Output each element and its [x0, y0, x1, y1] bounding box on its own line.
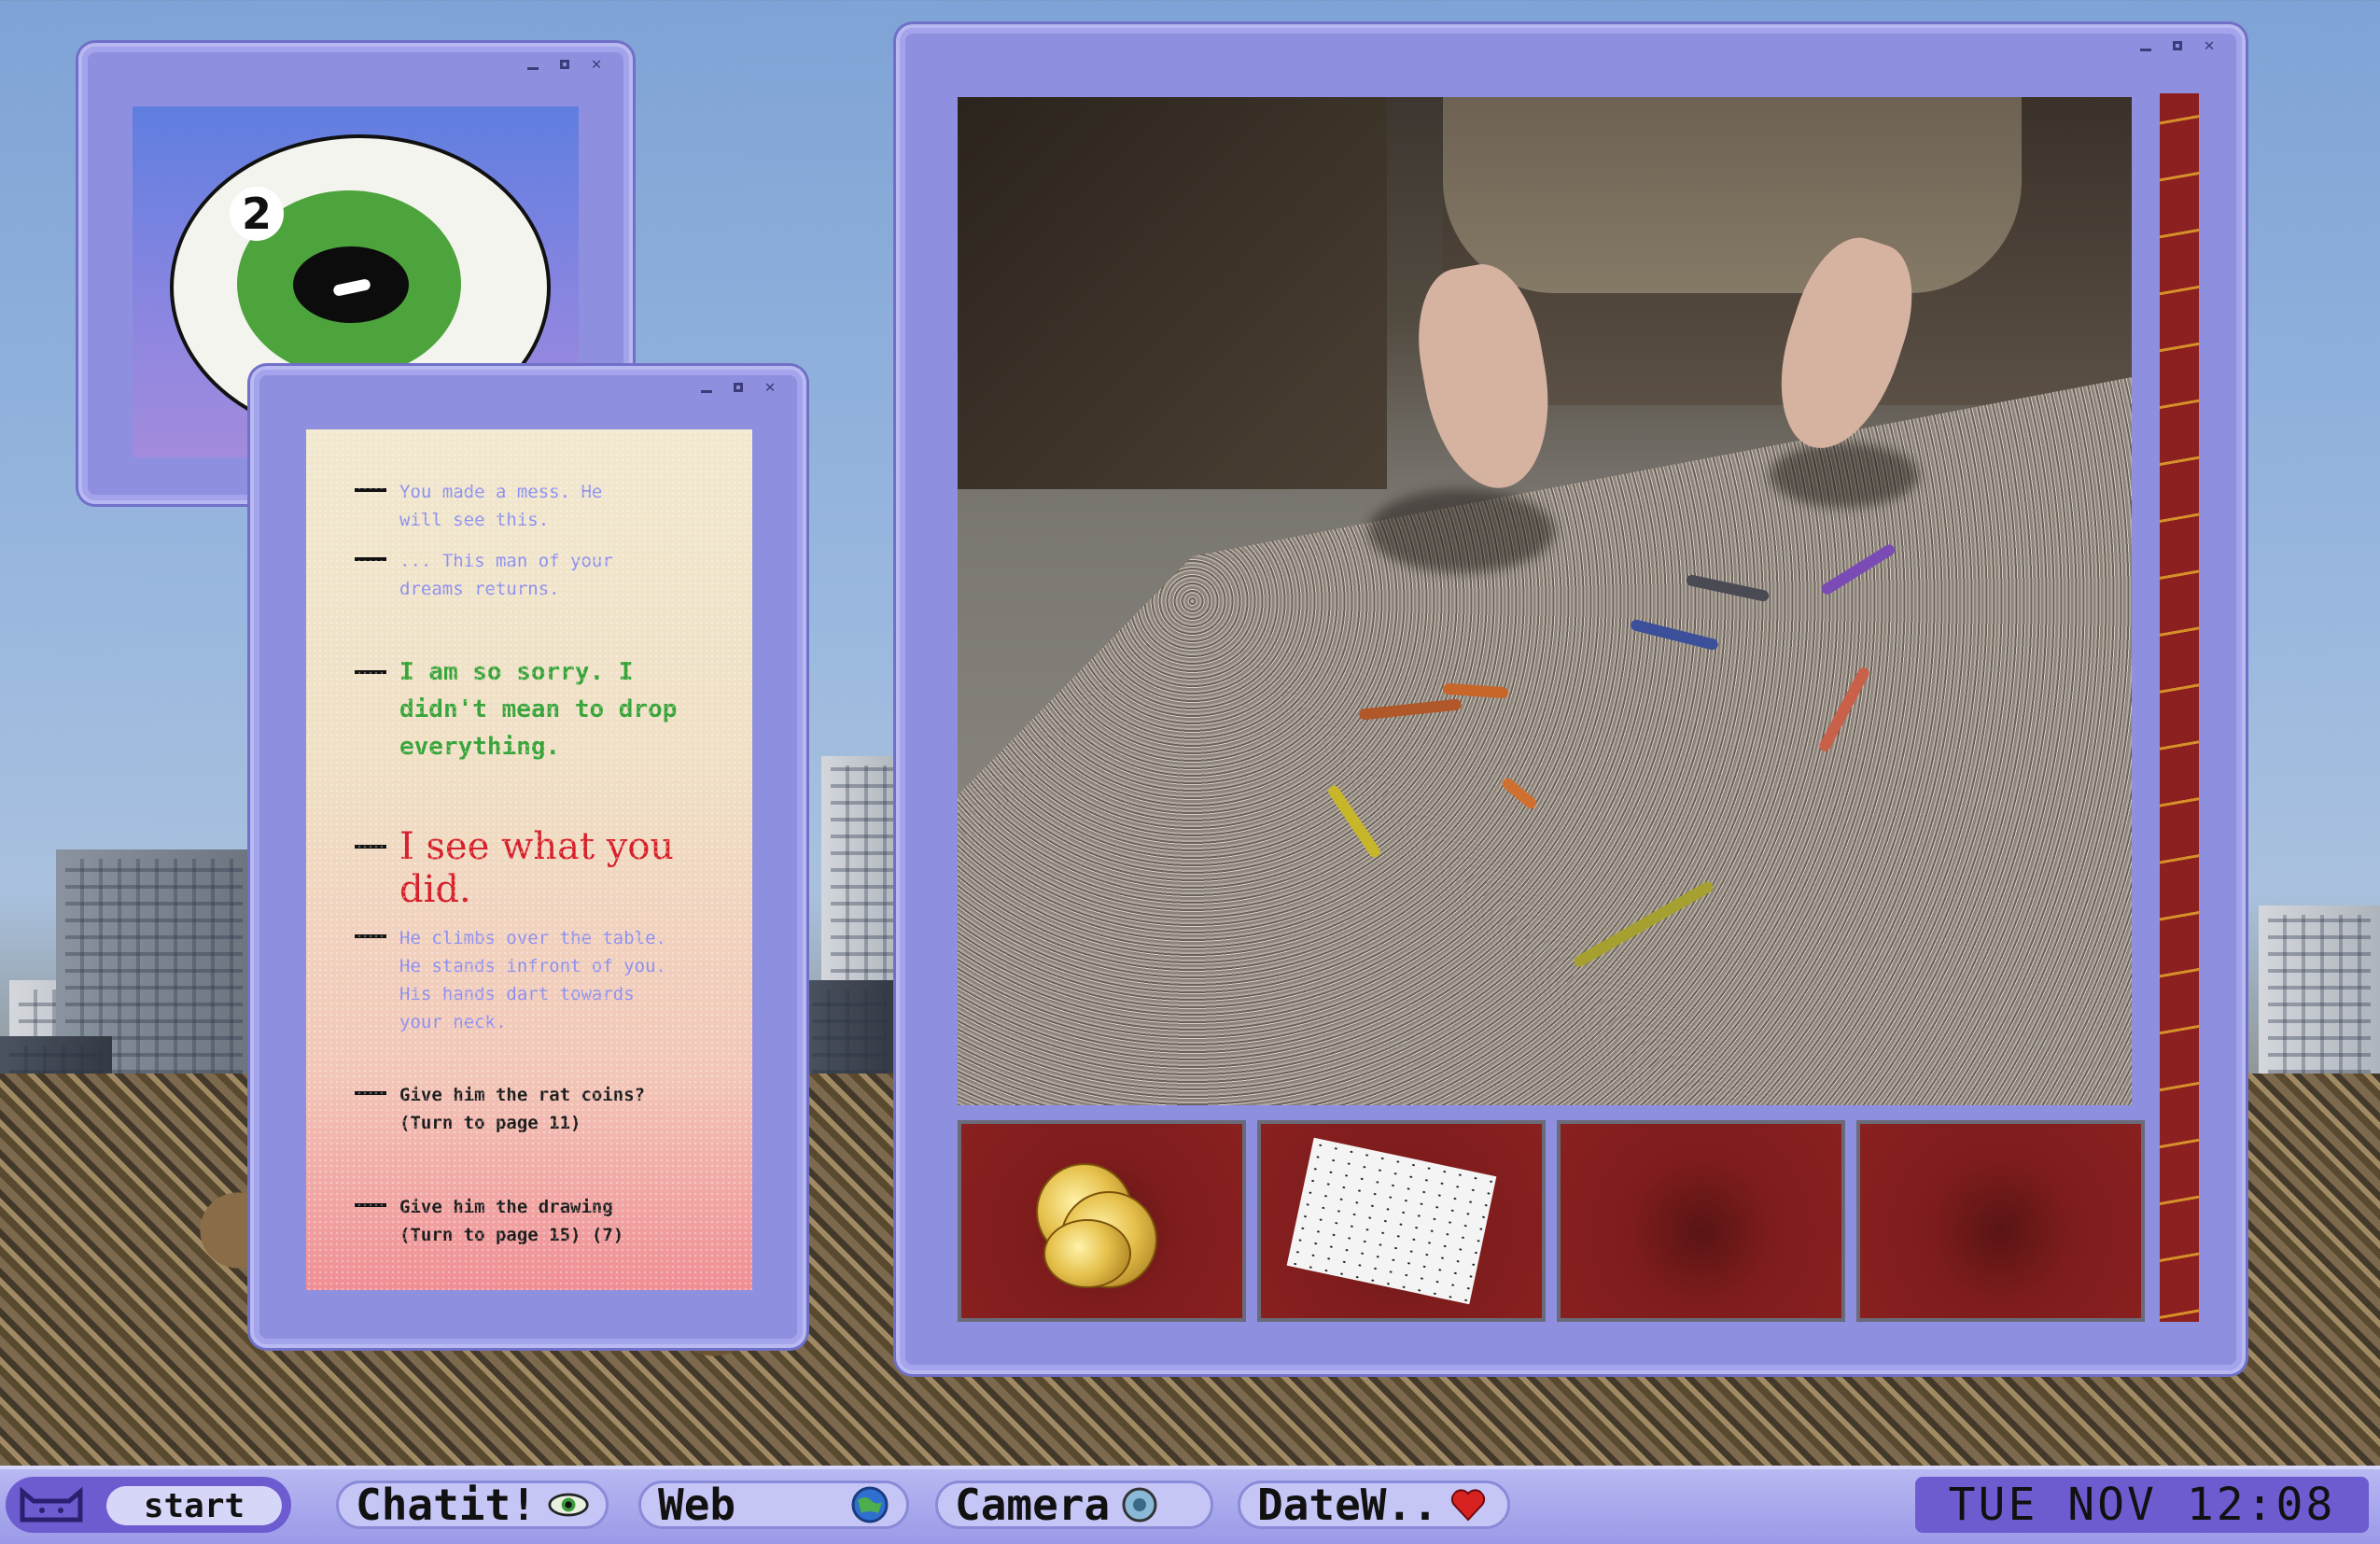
story-line: I am so sorry. I didn't mean to drop eve…	[355, 653, 734, 765]
inventory-bar	[958, 1120, 2145, 1322]
story-window-controls: ✕	[698, 379, 778, 396]
minimize-button[interactable]	[525, 56, 541, 73]
lens-icon	[1122, 1487, 1157, 1523]
scene-window[interactable]: ✕	[896, 24, 2246, 1374]
kitchen-cabinet	[958, 97, 1387, 489]
maximize-button[interactable]	[556, 56, 573, 73]
inventory-slot-coins[interactable]	[958, 1120, 1246, 1322]
start-button[interactable]: start	[106, 1486, 282, 1525]
maximize-button[interactable]	[730, 379, 747, 396]
story-line: ... This man of your dreams returns.	[355, 547, 734, 603]
story-line-text: I see what you did.	[399, 825, 675, 911]
taskbar-app-label: Camera	[955, 1480, 1111, 1530]
taskbar-app-chatit[interactable]: Chatit!	[336, 1480, 609, 1530]
scene-photo	[958, 97, 2132, 1105]
minimize-button[interactable]	[698, 379, 715, 396]
inventory-slot-drawing[interactable]	[1257, 1120, 1546, 1322]
figure-torso	[1443, 97, 2022, 293]
close-button[interactable]: ✕	[588, 56, 605, 73]
taskbar: start Chatit! Web Camera DateW.. TUE NOV…	[0, 1466, 2380, 1544]
scene-window-controls: ✕	[2137, 37, 2218, 54]
taskbar-app-datew[interactable]: DateW..	[1238, 1480, 1510, 1530]
taskbar-app-label: Chatit!	[356, 1480, 537, 1530]
story-line-text: He climbs over the table. He stands infr…	[399, 928, 666, 1032]
cat-icon	[20, 1486, 83, 1523]
choice-text[interactable]: Give him the drawing (Turn to page 15) (…	[399, 1193, 623, 1249]
choice-text[interactable]: Give him the rat coins? (Turn to page 11…	[399, 1081, 645, 1137]
heart-icon	[1450, 1489, 1485, 1522]
story-line-text: I am so sorry. I didn't mean to drop eve…	[399, 658, 678, 761]
inventory-slot-empty[interactable]	[1557, 1120, 1845, 1322]
hand-shadow	[1368, 489, 1555, 573]
gold-coins-icon	[1036, 1163, 1167, 1288]
story-line: I see what you did.	[355, 825, 734, 911]
start-area: start	[6, 1477, 291, 1533]
story-window[interactable]: ✕ You made a mess. He will see this. ...…	[250, 366, 806, 1348]
eye-window-controls: ✕	[525, 56, 605, 73]
story-line-text: You made a mess. He will see this.	[399, 482, 603, 530]
taskbar-app-camera[interactable]: Camera	[935, 1480, 1213, 1530]
number-badge: 2	[230, 187, 284, 241]
choice-drawing[interactable]: Give him the drawing (Turn to page 15) (…	[355, 1193, 734, 1249]
story-line: He climbs over the table. He stands infr…	[355, 924, 734, 1036]
inventory-slot-empty[interactable]	[1856, 1120, 2145, 1322]
taskbar-clock: TUE NOV 12:08	[1915, 1477, 2369, 1533]
story-line-text: ... This man of your dreams returns.	[399, 551, 613, 599]
drawing-icon	[1286, 1137, 1497, 1305]
close-button[interactable]: ✕	[762, 379, 778, 396]
eye-icon	[548, 1493, 589, 1517]
decorative-red-border	[2160, 93, 2199, 1322]
globe-icon	[851, 1486, 889, 1523]
taskbar-app-label: Web	[658, 1480, 736, 1530]
maximize-button[interactable]	[2169, 37, 2186, 54]
taskbar-app-web[interactable]: Web	[638, 1480, 909, 1530]
hand-shadow	[1770, 442, 1919, 508]
close-button[interactable]: ✕	[2201, 37, 2218, 54]
minimize-button[interactable]	[2137, 37, 2154, 54]
story-line: You made a mess. He will see this.	[355, 478, 734, 534]
taskbar-app-label: DateW..	[1257, 1480, 1438, 1530]
choice-rat-coins[interactable]: Give him the rat coins? (Turn to page 11…	[355, 1081, 734, 1137]
story-page: You made a mess. He will see this. ... T…	[306, 429, 752, 1290]
